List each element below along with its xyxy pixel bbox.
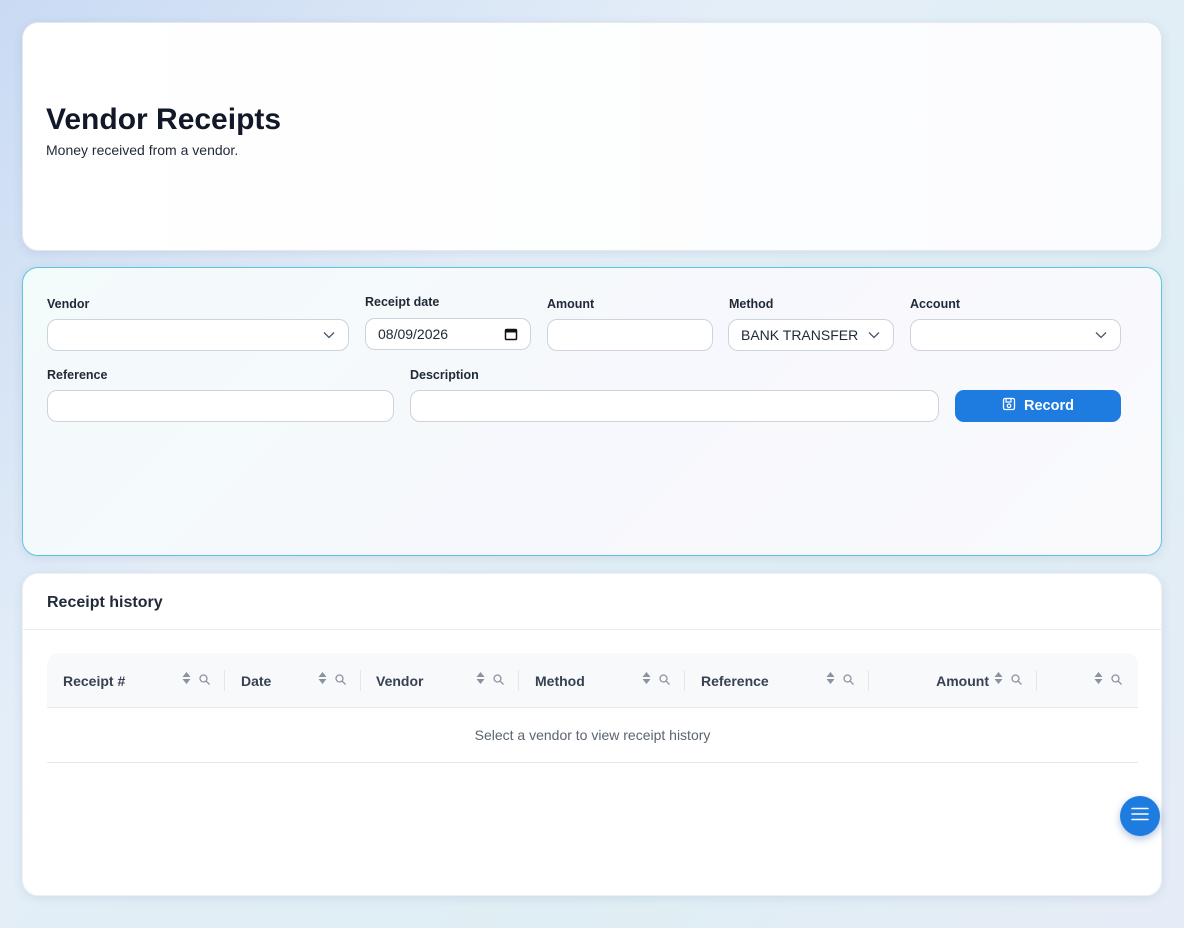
column-header-label: Date [241, 672, 272, 689]
search-icon[interactable] [1111, 672, 1122, 690]
record-button[interactable]: Record [955, 390, 1121, 422]
sort-icon[interactable] [642, 671, 651, 690]
column-header-reference[interactable]: Reference [701, 653, 769, 708]
sort-icon[interactable] [476, 671, 485, 690]
floating-menu-button[interactable] [1120, 796, 1160, 836]
column-header-method[interactable]: Method [535, 653, 585, 708]
description-input[interactable] [410, 390, 939, 422]
receipt-history-card: Receipt history Receipt # Date Vendor Me… [22, 573, 1162, 896]
page-header-card: Vendor Receipts Money received from a ve… [22, 22, 1162, 251]
search-icon[interactable] [335, 672, 346, 690]
receipt-date-input[interactable]: 08/09/2026 [365, 318, 531, 350]
column-header-amount[interactable]: Amount [869, 653, 989, 708]
search-icon[interactable] [1011, 672, 1022, 690]
search-icon[interactable] [199, 672, 210, 690]
account-label: Account [910, 297, 960, 311]
column-separator [360, 670, 361, 691]
empty-state-message: Select a vendor to view receipt history [474, 727, 711, 743]
column-header-label: Receipt # [63, 672, 126, 689]
column-separator [1036, 670, 1037, 691]
save-icon [1002, 397, 1016, 415]
receipt-form-card: Vendor Receipt date 08/09/2026 Amount Me… [22, 267, 1162, 556]
vendor-select[interactable] [47, 319, 349, 351]
search-icon[interactable] [843, 672, 854, 690]
page-title: Vendor Receipts [46, 103, 282, 136]
sort-icon[interactable] [826, 671, 835, 690]
table-header: Receipt # Date Vendor Method Reference A… [47, 653, 1138, 708]
chevron-down-icon [322, 328, 336, 342]
sort-icon[interactable] [318, 671, 327, 690]
menu-icon [1131, 807, 1149, 826]
sort-icon[interactable] [994, 671, 1003, 690]
amount-label: Amount [547, 297, 595, 311]
amount-input[interactable] [547, 319, 713, 351]
method-label: Method [729, 297, 774, 311]
method-select[interactable]: BANK TRANSFER [728, 319, 894, 351]
column-header-date[interactable]: Date [241, 653, 271, 708]
table-empty-row: Select a vendor to view receipt history [47, 708, 1138, 763]
sort-icon[interactable] [182, 671, 191, 690]
column-separator [684, 670, 685, 691]
vendor-label: Vendor [47, 297, 90, 311]
chevron-down-icon [867, 328, 881, 342]
column-header-label: Method [535, 672, 585, 689]
record-button-label: Record [1024, 398, 1074, 414]
search-icon[interactable] [493, 672, 504, 690]
description-label: Description [410, 368, 479, 382]
column-separator [518, 670, 519, 691]
column-header-label: Amount [936, 672, 989, 689]
receipt-date-value: 08/09/2026 [378, 326, 449, 342]
method-select-value: BANK TRANSFER [741, 327, 859, 343]
search-icon[interactable] [659, 672, 670, 690]
column-header-receipt-number[interactable]: Receipt # [63, 653, 125, 708]
reference-input[interactable] [47, 390, 394, 422]
column-separator [224, 670, 225, 691]
column-header-label: Vendor [376, 672, 424, 689]
chevron-down-icon [1094, 328, 1108, 342]
receipt-history-title: Receipt history [47, 594, 163, 611]
calendar-icon[interactable] [504, 327, 518, 341]
column-header-vendor[interactable]: Vendor [376, 653, 423, 708]
divider [23, 629, 1161, 630]
column-header-label: Reference [701, 672, 769, 689]
page-subtitle: Money received from a vendor. [46, 142, 239, 158]
reference-label: Reference [47, 368, 108, 382]
receipt-date-label: Receipt date [365, 295, 440, 309]
account-select[interactable] [910, 319, 1121, 351]
sort-icon[interactable] [1094, 671, 1103, 690]
